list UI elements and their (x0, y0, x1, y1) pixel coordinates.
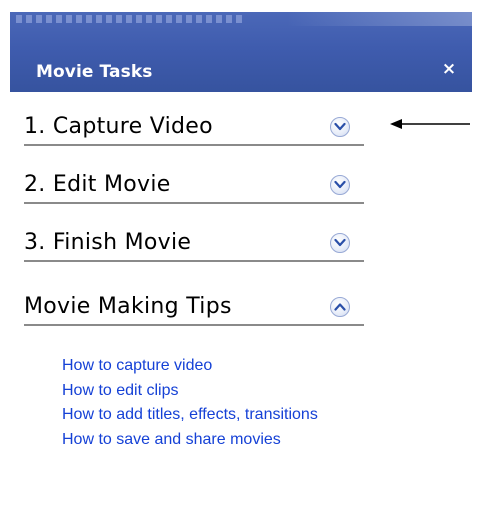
chevron-up-icon[interactable] (330, 297, 350, 317)
section-divider (24, 324, 364, 326)
section-capture-video[interactable]: 1. Capture Video (24, 110, 364, 146)
tip-link-titles-effects-transitions[interactable]: How to add titles, effects, transitions (62, 403, 318, 428)
tip-link-capture-video[interactable]: How to capture video (62, 354, 318, 379)
arrow-left-icon (390, 119, 470, 129)
section-finish-movie[interactable]: 3. Finish Movie (24, 226, 364, 262)
tips-links-list: How to capture video How to edit clips H… (62, 354, 318, 452)
chevron-down-icon[interactable] (330, 175, 350, 195)
tip-link-save-share-movies[interactable]: How to save and share movies (62, 428, 318, 453)
section-divider (24, 260, 364, 262)
section-edit-movie[interactable]: 2. Edit Movie (24, 168, 364, 204)
section-divider (24, 144, 364, 146)
section-label: 3. Finish Movie (24, 230, 192, 255)
section-label: Movie Making Tips (24, 294, 232, 319)
chevron-down-icon[interactable] (330, 117, 350, 137)
section-divider (24, 202, 364, 204)
panel-title: Movie Tasks (36, 62, 153, 82)
chevron-down-icon[interactable] (330, 233, 350, 253)
movie-tasks-header: Movie Tasks × (10, 12, 472, 92)
section-label: 2. Edit Movie (24, 172, 171, 197)
tip-link-edit-clips[interactable]: How to edit clips (62, 379, 318, 404)
section-label: 1. Capture Video (24, 114, 213, 139)
section-movie-making-tips[interactable]: Movie Making Tips (24, 290, 364, 326)
close-icon[interactable]: × (440, 59, 458, 79)
header-fade (10, 12, 472, 26)
